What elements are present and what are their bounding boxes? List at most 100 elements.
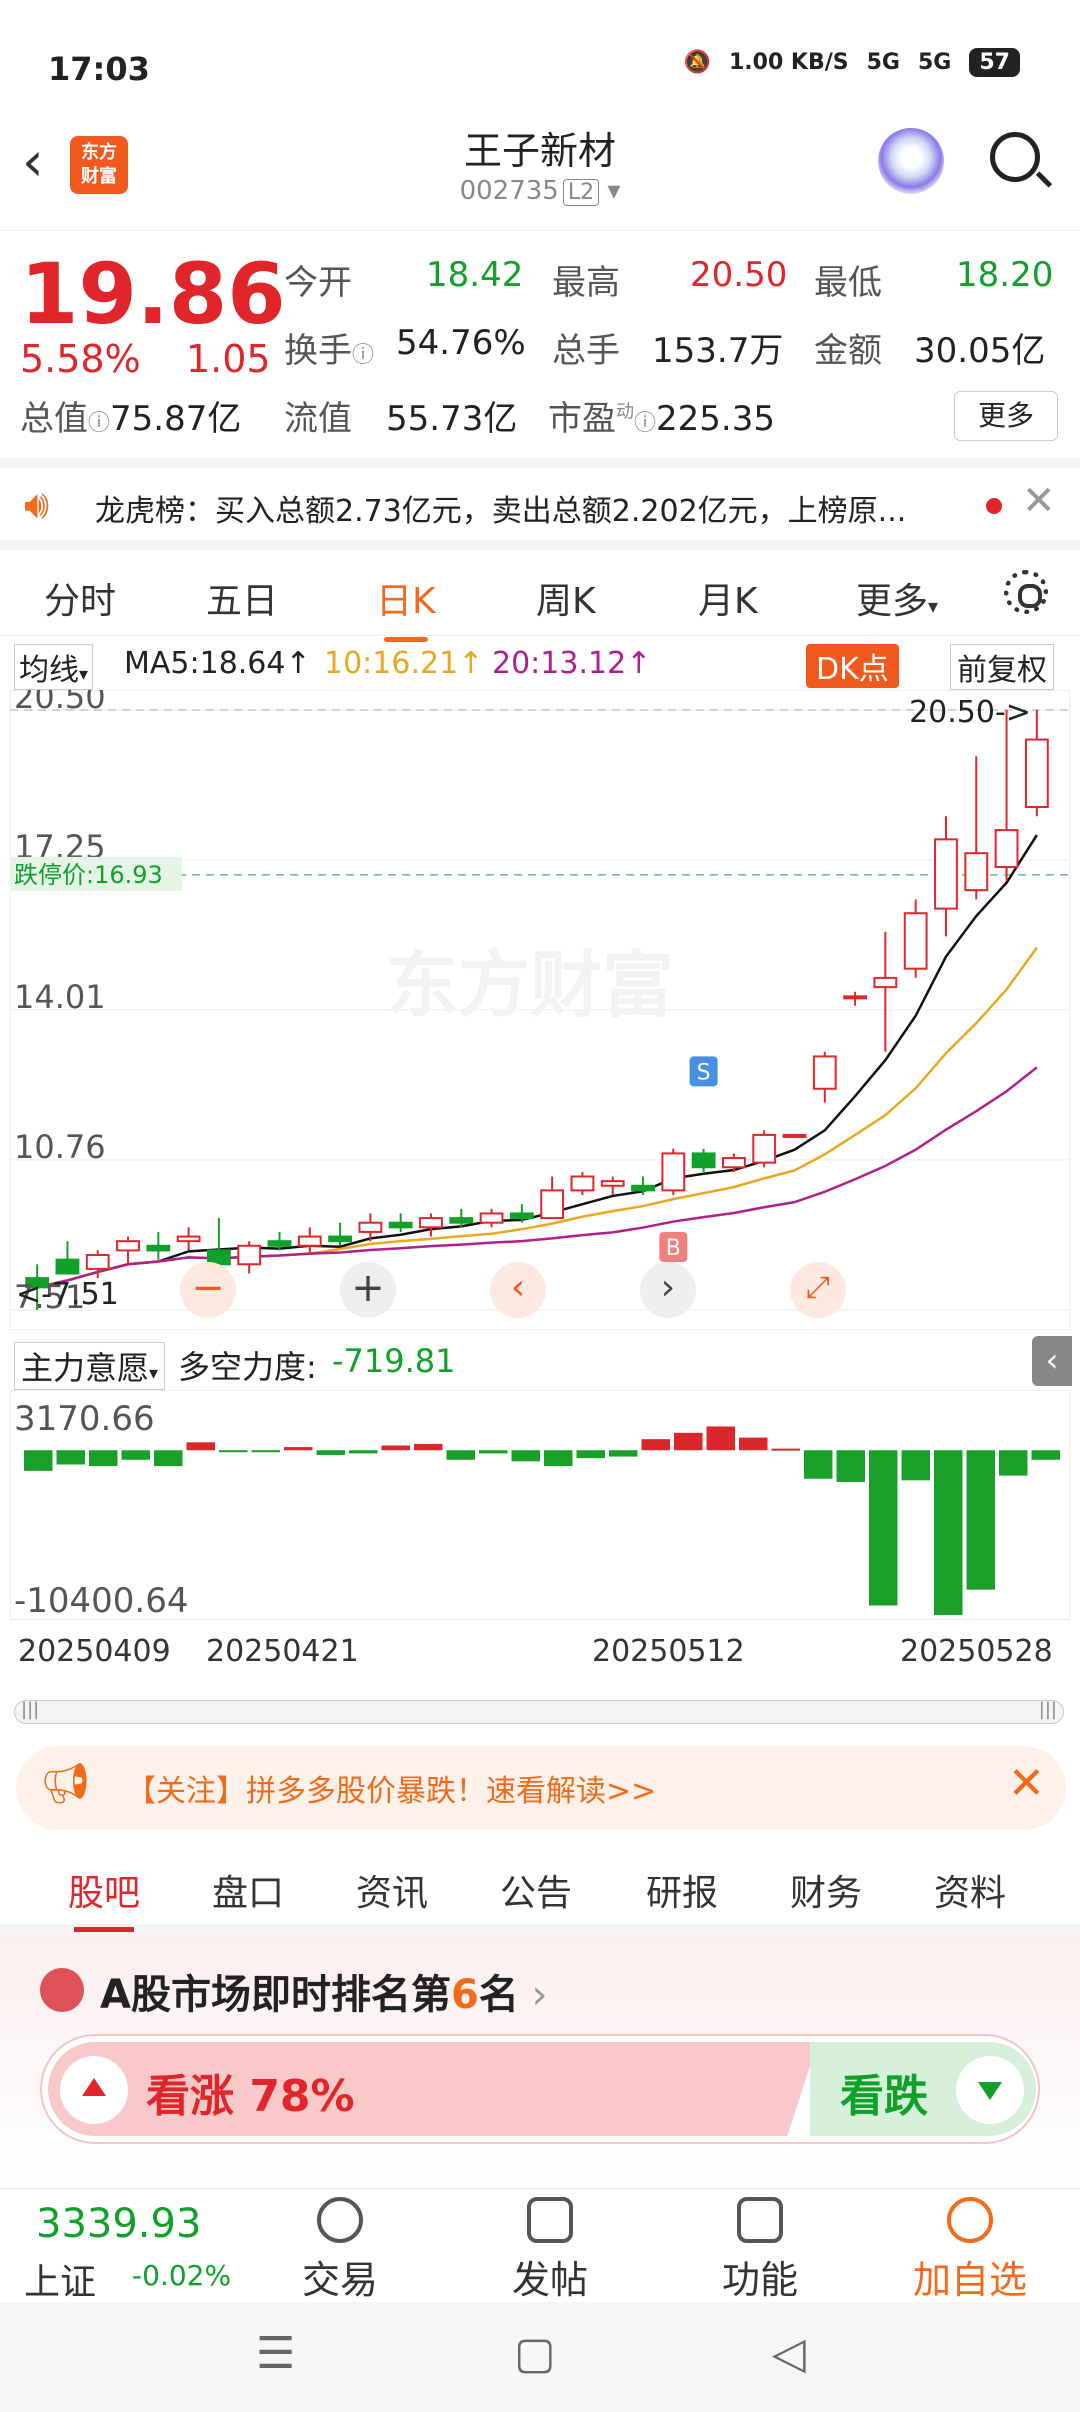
indicator-axis-max: 3170.66 [14,1399,155,1439]
close-icon[interactable]: ✕ [1008,1758,1045,1809]
tab-five-day[interactable]: 五日 [206,572,278,624]
fullscreen-icon[interactable]: ⤢ [790,1262,846,1318]
date-label: 20250409 [18,1634,171,1669]
scroll-handle-left[interactable]: ||| [21,1699,39,1720]
level-badge: L2 [562,179,600,206]
y-tick-label: 14.01 [14,978,106,1016]
candle-body [267,1240,292,1247]
sentiment-vote: 看涨 78% 看跌 [40,2034,1040,2144]
collapse-panel-icon[interactable]: ‹ [1032,1336,1072,1386]
candlestick-chart[interactable]: 东方财富 20.5017.2514.0110.767.51跌停价:16.9320… [10,690,1070,1330]
post-label: 发帖 [511,2258,588,2302]
tab-profile[interactable]: 资料 [934,1864,1006,1916]
mktcap-value: 75.87亿 [110,399,242,439]
adjust-button[interactable]: 前复权 [950,644,1054,690]
info-icon[interactable]: ⓘ [352,343,374,368]
plus-icon [947,2197,993,2243]
promo-banner[interactable]: 📢︎ 【关注】拼多多股价暴跌！速看解读>> ✕ [16,1746,1066,1830]
chart-scrollbar[interactable]: ||| ||| [14,1699,1064,1724]
open-value: 18.42 [426,255,524,295]
indicator-bar [186,1442,215,1451]
arrow-down-icon[interactable] [956,2056,1024,2124]
tab-monthly-k[interactable]: 月K [698,572,758,624]
ranking-title[interactable]: A股市场即时排名第6名 › [100,1962,548,2020]
ma10-label: 10:16.21 [324,646,459,681]
candle-body [964,852,989,892]
scroll-handle-right[interactable]: ||| [1039,1699,1057,1720]
indicator-bar [121,1450,150,1460]
info-icon[interactable]: ⓘ [634,411,656,436]
indicator-bar [24,1450,53,1471]
assistant-robot-icon[interactable] [878,128,944,194]
trade-label: 交易 [301,2258,378,2302]
scroll-left-button[interactable]: ‹ [490,1262,546,1318]
candle-body [479,1212,504,1224]
high-marker: 20.50-> [909,695,1031,730]
date-axis: 20250409 20250421 20250512 20250528 [0,1630,1080,1674]
indicator-bar [154,1450,183,1467]
turnover-value: 54.76% [396,323,526,363]
candle-body [388,1221,413,1229]
period-tabs: 分时 五日 日K 周K 月K 更多▾ [0,556,1080,642]
y-tick-label: 10.76 [14,1128,106,1166]
candle-body [540,1189,565,1220]
arrow-up-icon[interactable] [60,2056,128,2124]
top-nav: ‹ 东方 财富 王子新材 002735 L2 ▾ [0,110,1080,220]
indicator-bar [479,1450,508,1454]
zoom-out-button[interactable]: − [180,1262,236,1318]
mute-icon: 🔕 [683,50,711,75]
close-icon[interactable]: ✕ [1022,478,1056,524]
ma10-value: 10:16.21↑ [324,646,484,681]
indicator-bar [251,1450,280,1453]
back-nav-icon[interactable]: ◁ [772,2328,806,2379]
candle-body [358,1221,383,1233]
add-watchlist-button[interactable]: 加自选 [900,2197,1040,2304]
date-label: 20250512 [592,1634,745,1669]
ma5-value: MA5:18.64↑ [124,646,311,681]
bearish-label: 看跌 [840,2071,928,2122]
home-icon[interactable]: ▢ [514,2328,556,2379]
notice-bar[interactable]: 🔊︎ 龙虎榜：买入总额2.73亿元，卖出总额2.202亿元，上榜原... ✕ [0,458,1080,550]
ma-selector[interactable]: 均线▾ [14,644,94,690]
tab-research[interactable]: 研报 [646,1864,718,1916]
indicator-bar [381,1445,410,1451]
indicator-bar [641,1439,670,1451]
trade-button[interactable]: 交易 [270,2197,410,2304]
indicator-bar [56,1450,85,1465]
indicator-bar [1031,1450,1060,1460]
tab-announcements[interactable]: 公告 [500,1864,572,1916]
tab-news[interactable]: 资讯 [356,1864,428,1916]
candle-body [903,912,928,970]
indicator-bar [544,1450,573,1467]
change-amount: 1.05 [186,337,271,381]
tab-pankou[interactable]: 盘口 [212,1864,284,1916]
index-value[interactable]: 3339.93 [36,2201,201,2247]
zoom-in-button[interactable]: + [340,1262,396,1318]
tab-guba[interactable]: 股吧 [68,1864,140,1932]
dk-point-button[interactable]: DK点 [806,644,899,688]
indicator-label: 多空力度: [178,1348,317,1386]
scroll-right-button[interactable]: › [640,1262,696,1318]
tab-daily-k[interactable]: 日K [376,572,436,642]
more-button[interactable]: 更多 [954,391,1058,441]
search-icon[interactable] [990,132,1040,182]
amount-label: 金额 [814,331,882,371]
post-button[interactable]: 发帖 [480,2197,620,2304]
tab-weekly-k[interactable]: 周K [536,572,596,624]
indicator-selector[interactable]: 主力意愿▾ [14,1342,166,1390]
tab-more[interactable]: 更多▾ [856,572,938,624]
menu-icon[interactable]: ☰ [256,2328,295,2379]
battery-icon: 57 [969,48,1020,77]
functions-button[interactable]: 功能 [690,2197,830,2304]
candle-body [600,1180,625,1187]
candle-body [782,1133,807,1138]
info-icon[interactable]: ⓘ [88,411,110,436]
gear-icon[interactable] [1004,570,1048,614]
functions-label: 功能 [721,2258,798,2302]
tab-more-label: 更多 [856,581,929,622]
tab-finance[interactable]: 财务 [790,1864,862,1916]
tab-intraday[interactable]: 分时 [44,572,116,624]
indicator-bar [836,1450,865,1482]
caret-down-icon: ▾ [149,1363,159,1384]
candle-body [116,1240,140,1252]
